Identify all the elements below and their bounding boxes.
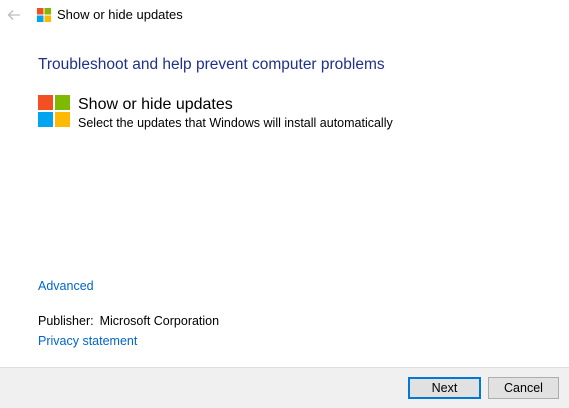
title-bar: Show or hide updates <box>0 0 569 30</box>
windows-logo-icon <box>38 95 70 127</box>
publisher-label: Publisher: <box>38 314 94 328</box>
tool-description: Select the updates that Windows will ins… <box>78 116 393 130</box>
back-button[interactable] <box>4 6 24 24</box>
back-arrow-icon <box>7 10 20 20</box>
windows-logo-icon <box>37 8 51 22</box>
cancel-button[interactable]: Cancel <box>488 377 559 399</box>
next-button[interactable]: Next <box>408 377 481 399</box>
tool-title: Show or hide updates <box>78 96 233 113</box>
privacy-statement-link[interactable]: Privacy statement <box>38 333 137 349</box>
window-title: Show or hide updates <box>57 7 183 22</box>
advanced-link[interactable]: Advanced <box>38 278 94 294</box>
page-heading: Troubleshoot and help prevent computer p… <box>38 56 385 73</box>
footer-bar: Next Cancel <box>0 367 569 408</box>
publisher-value: Microsoft Corporation <box>99 314 220 328</box>
publisher-info: Publisher: Microsoft Corporation <box>38 313 219 329</box>
